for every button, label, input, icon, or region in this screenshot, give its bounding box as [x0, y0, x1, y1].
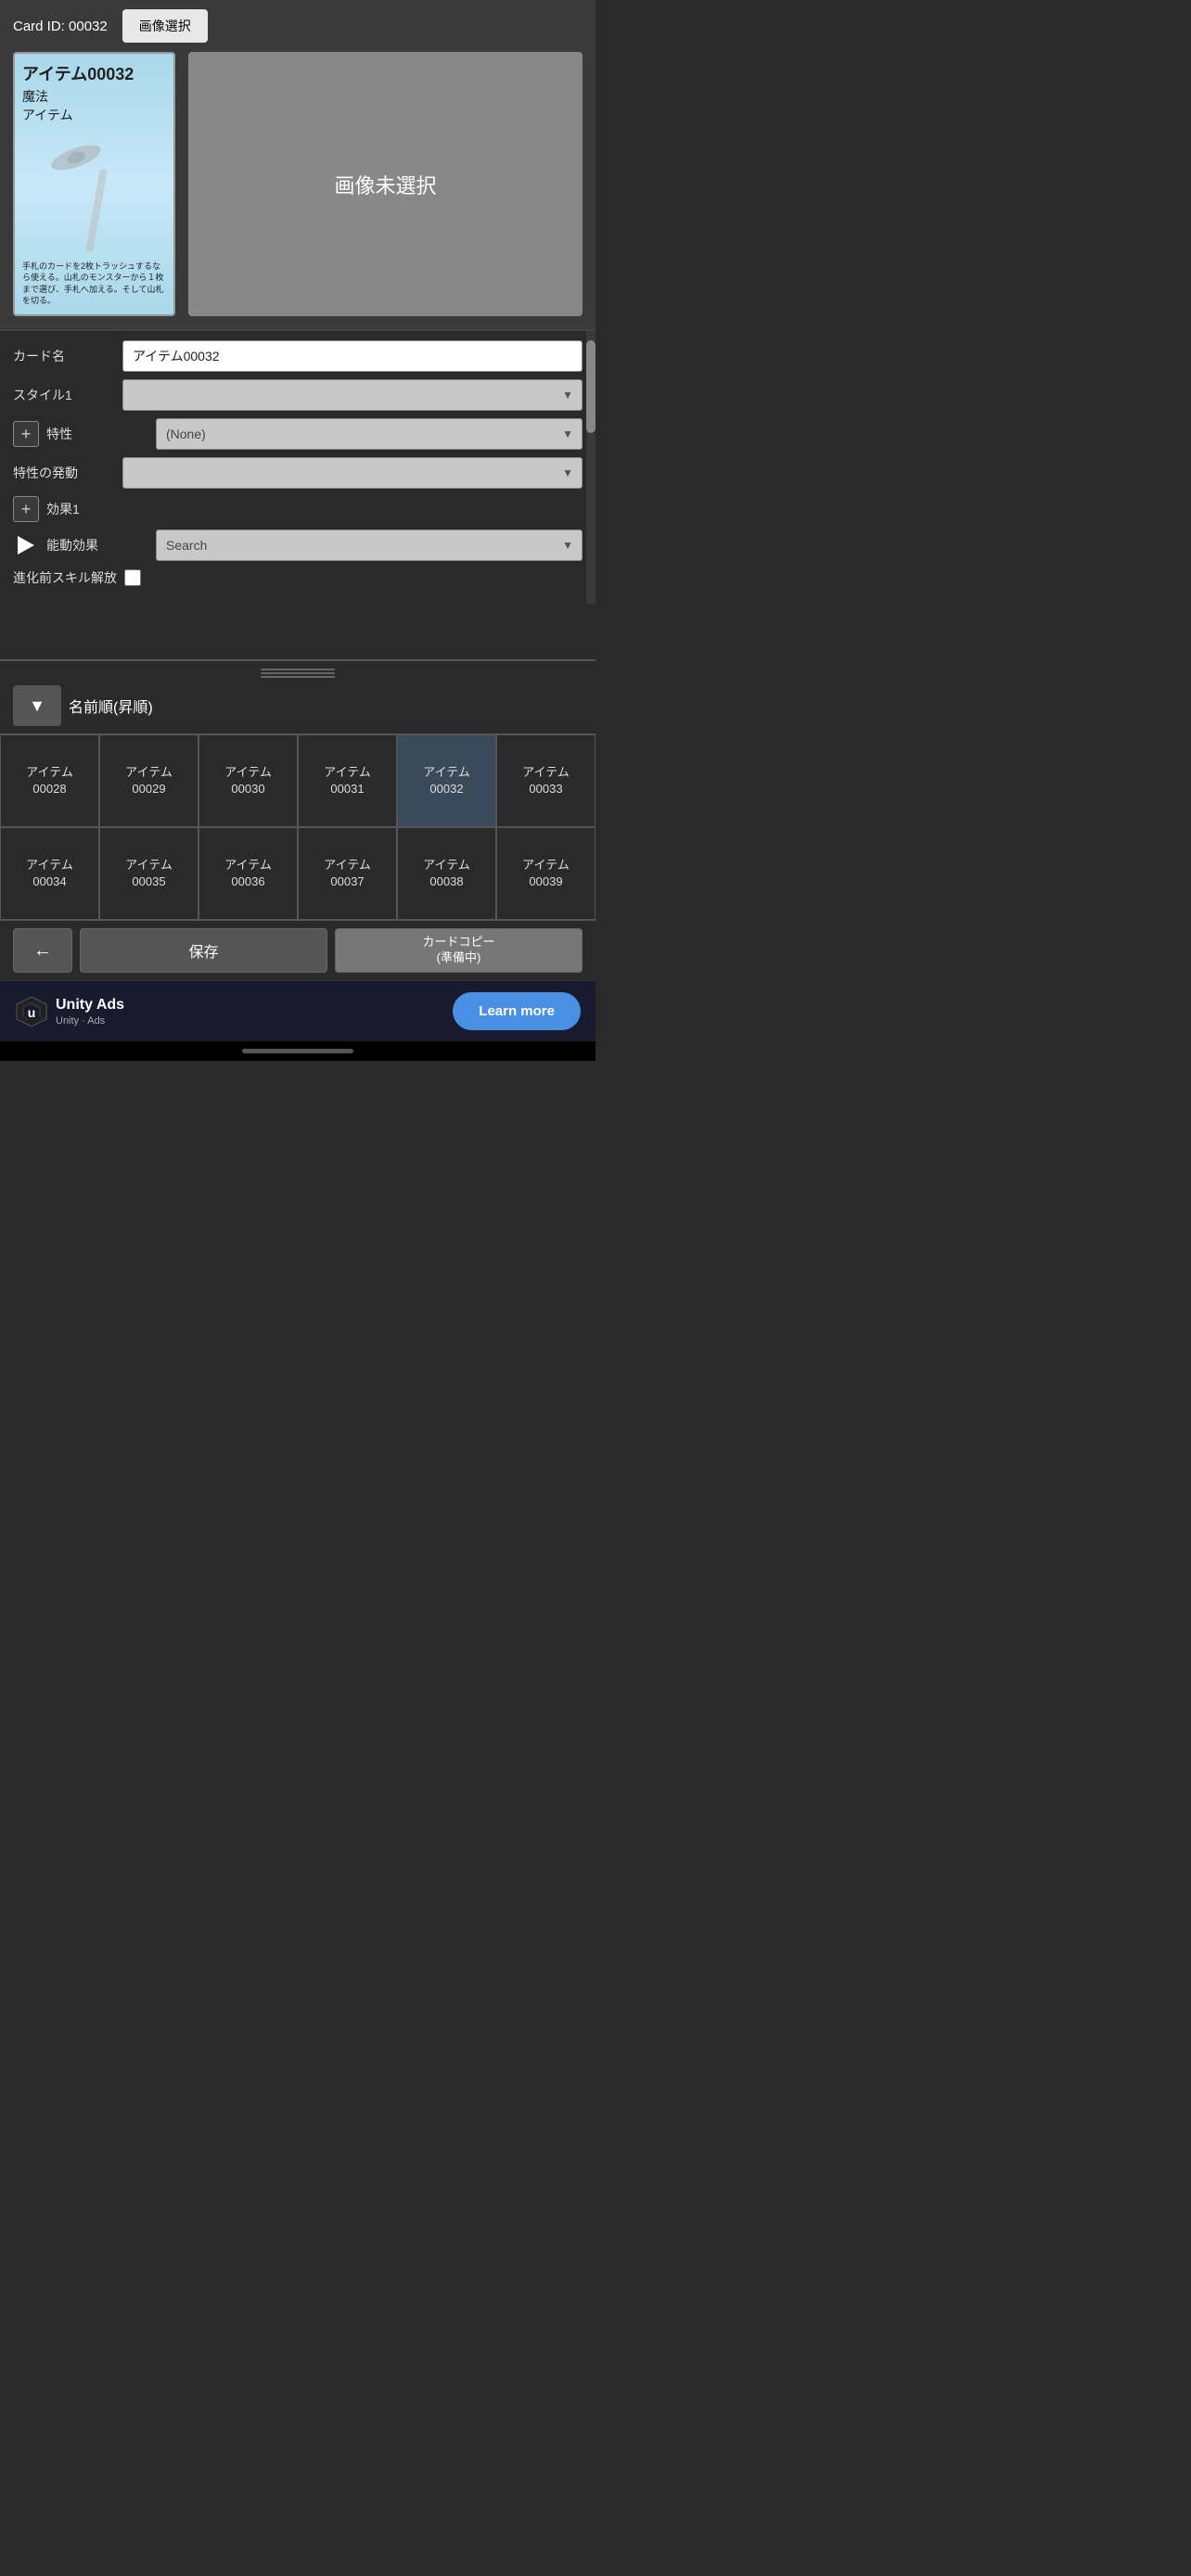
list-item[interactable]: アイテム00036	[198, 827, 298, 920]
unity-ads-brand-area: Unity Ads Unity · Ads	[56, 997, 124, 1027]
scrollbar-thumb	[586, 340, 596, 433]
drag-line-2	[261, 672, 335, 674]
card-grid-section: アイテム00028 アイテム00029 アイテム00030 アイテム00031 …	[0, 733, 596, 920]
card-description: 手札のカードを2枚トラッシュするなら使える。山札のモンスターから１枚まで選び、手…	[22, 261, 166, 307]
effect1-add-button[interactable]: +	[13, 496, 39, 522]
form-row-active-effect: 能動効果 Search ▼	[13, 529, 583, 561]
grid-item-label: アイテム00035	[125, 857, 173, 890]
pre-skill-checkbox[interactable]	[124, 569, 141, 586]
grid-item-label: アイテム00028	[26, 764, 73, 797]
grid-item-label: アイテム00033	[522, 764, 570, 797]
grid-item-label: アイテム00038	[423, 857, 470, 890]
drag-handle[interactable]	[13, 669, 583, 678]
home-bar	[242, 1049, 353, 1053]
card-name-input[interactable]	[122, 340, 583, 372]
unity-ads-logo: u Unity Ads Unity · Ads	[15, 995, 124, 1028]
form-row-effect1: + 効果1	[13, 496, 583, 522]
card-id-label: Card ID: 00032	[13, 19, 108, 34]
sort-section: ▼ 名前順(昇順)	[0, 659, 596, 733]
effect1-label: 効果1	[46, 500, 148, 518]
list-item[interactable]: アイテム00039	[496, 827, 596, 920]
list-item-selected[interactable]: アイテム00032	[397, 734, 496, 827]
list-item[interactable]: アイテム00037	[298, 827, 397, 920]
card-grid: アイテム00028 アイテム00029 アイテム00030 アイテム00031 …	[0, 733, 596, 920]
active-effect-select-wrapper: Search ▼	[156, 529, 583, 561]
list-item[interactable]: アイテム00034	[0, 827, 99, 920]
card-preview-type1: 魔法	[22, 87, 166, 106]
copy-btn-line2: (準備中)	[437, 950, 481, 964]
active-effect-select[interactable]: Search	[156, 529, 583, 561]
card-header: Card ID: 00032 画像選択	[0, 0, 596, 52]
list-item[interactable]: アイテム00033	[496, 734, 596, 827]
drag-line-3	[261, 676, 335, 678]
form-row-style1: スタイル1 ▼	[13, 379, 583, 411]
card-image-area	[22, 128, 166, 257]
trait-select[interactable]: (None)	[156, 418, 583, 450]
form-row-trait-trigger: 特性の発動 ▼	[13, 457, 583, 489]
home-indicator	[0, 1041, 596, 1061]
active-effect-label: 能動効果	[46, 536, 148, 555]
trait-trigger-select[interactable]	[122, 457, 583, 489]
card-top-section: Card ID: 00032 画像選択 アイテム00032 魔法 アイテム	[0, 0, 596, 329]
card-preview-title: アイテム00032	[22, 61, 166, 85]
grid-item-label: アイテム00036	[224, 857, 272, 890]
drag-line-1	[261, 669, 335, 670]
no-image-text: 画像未選択	[334, 170, 436, 199]
style1-label: スタイル1	[13, 386, 115, 404]
form-section: カード名 スタイル1 ▼ + 特性 (None) ▼ 特性の発動 ▼	[0, 329, 596, 604]
save-button[interactable]: 保存	[80, 928, 327, 973]
copy-btn-line1: カードコピー	[422, 935, 494, 949]
image-select-button[interactable]: 画像選択	[122, 9, 208, 43]
card-preview-type2: アイテム	[22, 106, 166, 124]
copy-button[interactable]: カードコピー (準備中)	[335, 928, 583, 973]
grid-item-label: アイテム00030	[224, 764, 272, 797]
pre-skill-label: 進化前スキル解放	[13, 568, 117, 587]
card-name-label: カード名	[13, 347, 115, 365]
pickaxe-icon	[48, 132, 141, 252]
spacer	[0, 604, 596, 659]
list-item[interactable]: アイテム00029	[99, 734, 198, 827]
card-preview: アイテム00032 魔法 アイテム 手札のカードを2枚トラッシュするなら使える。…	[13, 52, 175, 316]
style1-select-wrapper: ▼	[122, 379, 583, 411]
ads-banner: u Unity Ads Unity · Ads Learn more	[0, 980, 596, 1041]
no-image-placeholder: 画像未選択	[188, 52, 583, 316]
trait-trigger-select-wrapper: ▼	[122, 457, 583, 489]
trait-add-button[interactable]: +	[13, 421, 39, 447]
grid-item-label: アイテム00031	[324, 764, 371, 797]
trait-select-wrapper: (None) ▼	[156, 418, 583, 450]
list-item[interactable]: アイテム00035	[99, 827, 198, 920]
card-preview-area: アイテム00032 魔法 アイテム 手札のカードを2枚トラッシュするなら使える。…	[0, 52, 596, 329]
list-item[interactable]: アイテム00028	[0, 734, 99, 827]
form-row-trait: + 特性 (None) ▼	[13, 418, 583, 450]
play-button[interactable]	[13, 532, 39, 558]
back-button[interactable]: ←	[13, 928, 72, 973]
grid-item-label: アイテム00032	[423, 764, 470, 797]
sort-label: 名前順(昇順)	[69, 695, 153, 717]
unity-logo-icon: u	[15, 995, 48, 1028]
play-triangle-icon	[18, 536, 34, 555]
learn-more-button[interactable]: Learn more	[453, 992, 581, 1030]
grid-item-label: アイテム00034	[26, 857, 73, 890]
grid-item-label: アイテム00039	[522, 857, 570, 890]
sort-row: ▼ 名前順(昇順)	[13, 685, 583, 726]
bottom-actions: ← 保存 カードコピー (準備中)	[0, 920, 596, 980]
right-scrollbar	[586, 331, 596, 604]
sort-order-button[interactable]: ▼	[13, 685, 61, 726]
trait-label: 特性	[46, 425, 148, 443]
svg-text:u: u	[28, 1005, 36, 1020]
list-item[interactable]: アイテム00038	[397, 827, 496, 920]
unity-ads-text: Unity Ads	[56, 997, 124, 1014]
grid-item-label: アイテム00037	[324, 857, 371, 890]
list-item[interactable]: アイテム00031	[298, 734, 397, 827]
drag-lines	[261, 669, 335, 678]
form-row-card-name: カード名	[13, 340, 583, 372]
grid-item-label: アイテム00029	[125, 764, 173, 797]
unity-ads-sub: Unity · Ads	[56, 1015, 124, 1027]
style1-select[interactable]	[122, 379, 583, 411]
form-row-pre-skill: 進化前スキル解放	[13, 568, 583, 587]
list-item[interactable]: アイテム00030	[198, 734, 298, 827]
trait-trigger-label: 特性の発動	[13, 464, 115, 482]
